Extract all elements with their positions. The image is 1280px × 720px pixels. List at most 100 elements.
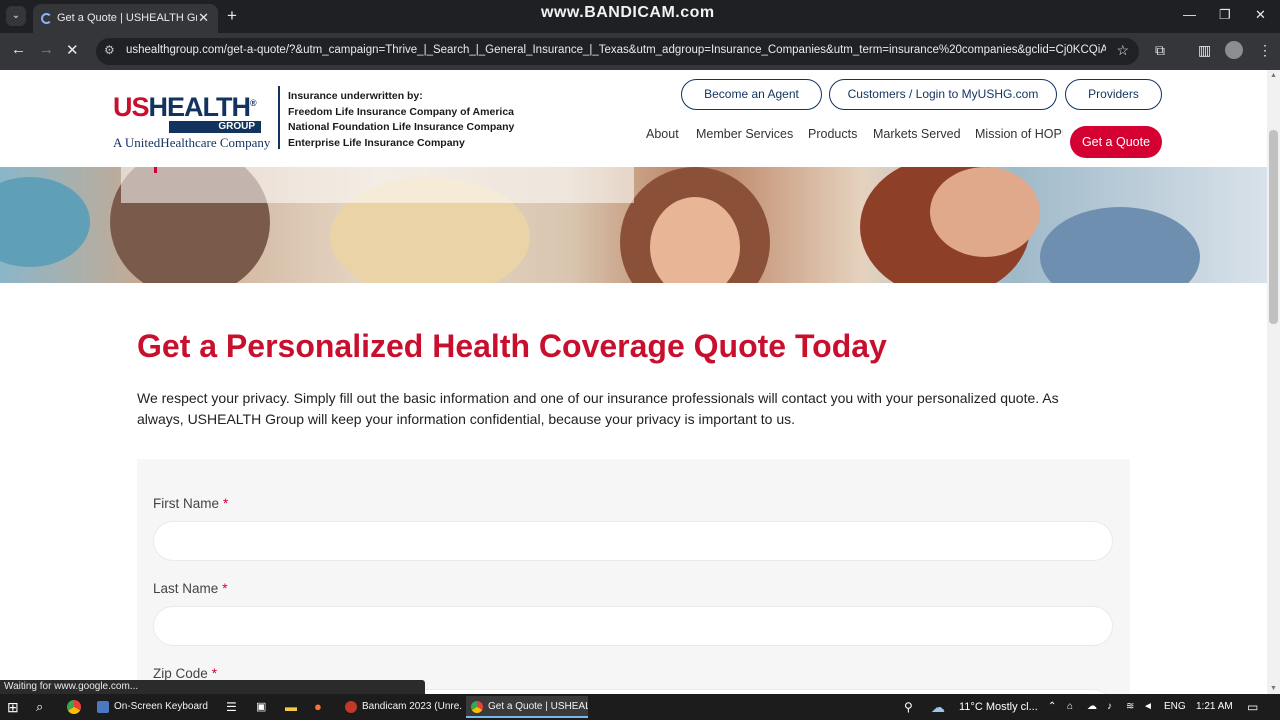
taskbar-app-onscreen-keyboard[interactable]: On-Screen Keyboard <box>92 696 214 718</box>
first-name-label-text: First Name <box>153 496 220 511</box>
minimize-icon[interactable]: — <box>1183 7 1196 22</box>
logo-us: US <box>113 92 150 122</box>
logo-divider <box>278 86 280 149</box>
keyboard-icon <box>97 701 109 713</box>
required-marker: * <box>211 666 218 681</box>
logo-registered: ® <box>250 98 257 108</box>
underwriter-company: Enterprise Life Insurance Company <box>288 136 465 149</box>
logo-health: HEALTH <box>148 92 251 122</box>
recording-watermark: www.BANDICAM.com <box>541 4 715 21</box>
last-name-field[interactable] <box>153 606 1113 646</box>
hero-image <box>0 167 1267 283</box>
chrome-taskbar-icon[interactable] <box>67 700 81 714</box>
get-a-quote-button[interactable]: Get a Quote <box>1070 126 1162 158</box>
nav-products[interactable]: Products <box>808 127 857 141</box>
hero-accent-mark <box>154 167 157 173</box>
language-indicator[interactable]: ENG <box>1164 694 1186 720</box>
become-agent-button[interactable]: Become an Agent <box>681 79 822 110</box>
browser-tab-bar: ⌄ Get a Quote | USHEALTH Group ✕ + www.B… <box>0 0 1280 33</box>
url-text[interactable]: ushealthgroup.com/get-a-quote/?&utm_camp… <box>126 44 1106 56</box>
taskbar-app-bandicam[interactable]: Bandicam 2023 (Unre... <box>340 696 462 718</box>
side-panel-icon[interactable]: ▥ <box>1198 42 1211 59</box>
providers-button[interactable]: Providers <box>1065 79 1162 110</box>
extensions-icon[interactable]: ⧉ <box>1155 42 1165 59</box>
logo-group: GROUP <box>169 121 261 133</box>
site-info-icon[interactable]: ⚙ <box>104 43 115 57</box>
window-close-icon[interactable]: ✕ <box>1255 7 1266 23</box>
zip-code-label: Zip Code * <box>153 666 217 681</box>
taskbar-search-icon[interactable]: ⌕ <box>36 694 43 720</box>
first-name-field[interactable] <box>153 521 1113 561</box>
chrome-icon <box>471 701 483 713</box>
zip-code-label-text: Zip Code <box>153 666 208 681</box>
network-icon[interactable]: ⌂ <box>1067 694 1073 720</box>
taskbar-app-label: On-Screen Keyboard <box>114 701 208 712</box>
bandicam-icon <box>345 701 357 713</box>
microphone-icon[interactable]: ♪ <box>1107 694 1112 720</box>
volume-icon[interactable]: ◄ <box>1143 694 1153 720</box>
taskbar-app-label: Get a Quote | USHEAL... <box>488 701 588 712</box>
scrollbar-thumb[interactable] <box>1269 130 1278 324</box>
taskbar-app-chrome-quote[interactable]: Get a Quote | USHEAL... <box>466 696 588 718</box>
more-menu-icon[interactable]: ⋮ <box>1258 42 1272 59</box>
customer-login-button[interactable]: Customers / Login to MyUSHG.com <box>829 79 1057 110</box>
hero-decoration <box>0 177 90 267</box>
tab-search-icon[interactable]: ⌄ <box>6 6 26 26</box>
page-scrollbar[interactable]: ▲ ▼ <box>1267 70 1280 694</box>
windows-start-icon[interactable]: ⊞ <box>7 694 19 720</box>
underwriter-company: National Foundation Life Insurance Compa… <box>288 121 515 134</box>
tab-close-icon[interactable]: ✕ <box>198 10 209 26</box>
windows-taskbar: ⊞ ⌕ On-Screen Keyboard ☰ ▣ ▬ ● Bandicam … <box>0 694 1280 720</box>
nav-mission-of-hope[interactable]: Mission of HOPE <box>975 127 1063 141</box>
page-headline: Get a Personalized Health Coverage Quote… <box>137 328 887 364</box>
ushealth-logo[interactable]: USHEALTH® GROUP A UnitedHealthcare Compa… <box>113 89 273 151</box>
cloud-sync-icon[interactable]: ☁ <box>1087 694 1097 720</box>
scroll-up-icon[interactable]: ▲ <box>1270 72 1277 79</box>
browser-toolbar: ← → ✕ ⚙ ushealthgroup.com/get-a-quote/?&… <box>0 33 1280 70</box>
nav-member-services[interactable]: Member Services <box>696 127 793 141</box>
restore-icon[interactable]: ❐ <box>1219 7 1231 23</box>
address-bar[interactable]: ⚙ ushealthgroup.com/get-a-quote/?&utm_ca… <box>96 38 1139 65</box>
weather-cloud-icon[interactable]: ☁ <box>931 694 945 720</box>
hero-decoration <box>930 167 1040 257</box>
forward-icon[interactable]: → <box>39 41 54 58</box>
logo-tagline: A UnitedHealthcare Company <box>113 135 271 150</box>
taskbar-app-label: Bandicam 2023 (Unre... <box>362 701 462 712</box>
profile-avatar[interactable] <box>1225 41 1243 59</box>
notifications-icon[interactable]: ▭ <box>1247 694 1258 720</box>
file-explorer-icon[interactable]: ▬ <box>285 694 297 720</box>
status-bubble: Waiting for www.google.com... <box>0 680 425 694</box>
hero-decoration <box>1040 207 1200 283</box>
bookmark-star-icon[interactable]: ☆ <box>1116 42 1129 59</box>
tab-title: Get a Quote | USHEALTH Group <box>57 12 197 24</box>
scroll-down-icon[interactable]: ▼ <box>1270 685 1277 692</box>
wifi-icon[interactable]: ≋ <box>1126 694 1134 720</box>
browser-tab[interactable]: Get a Quote | USHEALTH Group ✕ <box>33 4 218 33</box>
underwriters-title: Insurance underwritten by: <box>288 90 423 102</box>
tray-chevron-icon[interactable]: ⌃ <box>1048 694 1056 720</box>
hero-overlay-card <box>121 167 634 203</box>
first-name-label: First Name * <box>153 496 228 511</box>
quote-form: First Name * Last Name * Zip Code * <box>137 459 1130 694</box>
stop-loading-icon[interactable]: ✕ <box>66 41 79 59</box>
site-header: USHEALTH® GROUP A UnitedHealthcare Compa… <box>0 70 1267 167</box>
required-marker: * <box>222 581 228 596</box>
people-icon[interactable]: ⚲ <box>904 694 913 720</box>
intro-paragraph: We respect your privacy. Simply fill out… <box>137 390 1059 427</box>
web-page: USHEALTH® GROUP A UnitedHealthcare Compa… <box>0 70 1267 694</box>
loading-spinner-icon <box>41 13 52 24</box>
file-stack-icon[interactable]: ☰ <box>226 694 237 720</box>
clock-time[interactable]: 1:21 AM <box>1196 694 1233 720</box>
terminal-icon[interactable]: ▣ <box>256 694 266 720</box>
last-name-label-text: Last Name <box>153 581 219 596</box>
weather-text[interactable]: 11°C Mostly cl... <box>959 694 1038 720</box>
underwriter-company: Freedom Life Insurance Company of Americ… <box>288 105 515 118</box>
last-name-label: Last Name * <box>153 581 228 596</box>
nav-about[interactable]: About <box>646 127 679 141</box>
underwriters-block: Insurance underwritten by: Freedom Life … <box>288 89 514 151</box>
new-tab-button[interactable]: + <box>227 6 237 26</box>
firefox-icon[interactable]: ● <box>314 694 322 720</box>
required-marker: * <box>223 496 229 511</box>
nav-markets-served[interactable]: Markets Served <box>873 127 961 141</box>
back-icon[interactable]: ← <box>11 41 26 58</box>
